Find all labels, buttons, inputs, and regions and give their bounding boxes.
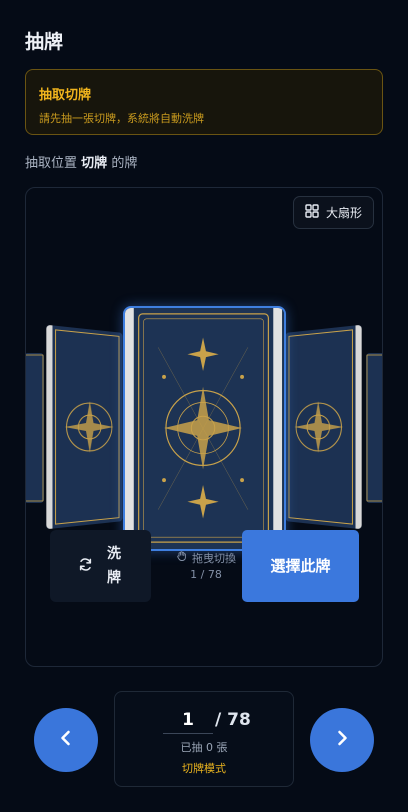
hand-icon [176, 550, 188, 567]
page-title: 抽牌 [25, 31, 64, 53]
alert-title: 抽取切牌 [39, 88, 92, 103]
cut-card-alert: 抽取切牌 請先抽一張切牌，系統將自動洗牌 [25, 69, 383, 135]
position-suffix: 的牌 [111, 156, 138, 171]
current-card-input[interactable]: 1 [163, 708, 213, 734]
draw-position-label: 抽取位置 切牌 的牌 [25, 152, 137, 171]
card-back-left[interactable] [46, 324, 123, 530]
mode-label: 切牌模式 [182, 762, 226, 775]
shuffle-label: 洗牌 [107, 546, 121, 586]
card-back-selected[interactable] [123, 306, 286, 551]
previous-button[interactable] [34, 708, 98, 772]
card-back-far-left[interactable] [26, 353, 44, 503]
position-prefix: 抽取位置 [25, 156, 78, 171]
position-name: 切牌 [81, 156, 108, 171]
next-button[interactable] [310, 708, 374, 772]
alert-description: 請先抽一張切牌，系統將自動洗牌 [39, 112, 204, 125]
card-back-right[interactable] [285, 324, 362, 530]
drawn-count: 已抽 0 張 [180, 741, 228, 754]
shuffle-button[interactable]: 洗牌 [50, 530, 151, 602]
chevron-right-icon [332, 728, 352, 752]
fan-layout-button[interactable]: 大扇形 [293, 196, 374, 229]
grid-icon [305, 204, 319, 221]
card-stage[interactable]: 大扇形 拖曳切換 1 / 78 洗牌 選擇此牌 [25, 187, 383, 667]
card-total: / 78 [215, 710, 251, 730]
refresh-icon [78, 557, 93, 576]
select-card-button[interactable]: 選擇此牌 [242, 530, 359, 602]
drag-hint-label: 拖曳切換 [192, 551, 236, 565]
card-counter: 1 / 78 已抽 0 張 切牌模式 [114, 691, 294, 787]
card-back-far-right[interactable] [366, 353, 382, 503]
fan-layout-label: 大扇形 [325, 206, 362, 220]
chevron-left-icon [56, 728, 76, 752]
